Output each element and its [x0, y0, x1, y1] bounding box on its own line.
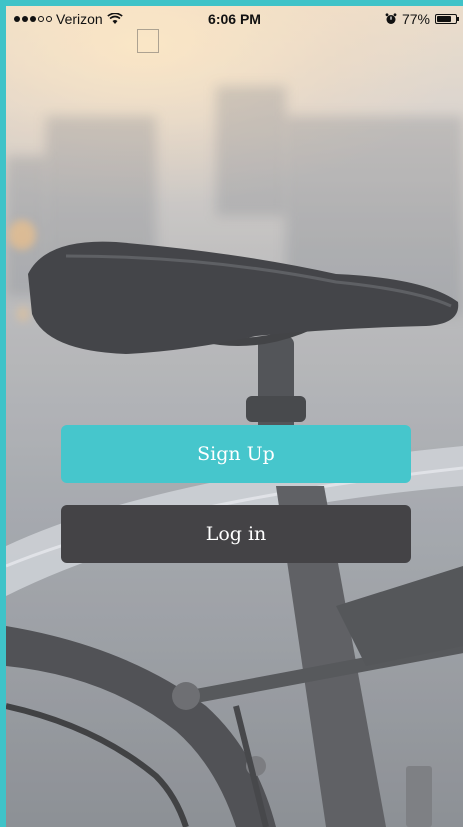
- sign-up-button[interactable]: Sign Up: [61, 425, 411, 483]
- log-in-button[interactable]: Log in: [61, 505, 411, 563]
- welcome-screen: Verizon 6:06 PM 77% Sign Up Log in: [6, 6, 463, 827]
- status-right: 77%: [385, 11, 459, 27]
- image-placeholder: [137, 29, 159, 53]
- battery-percent: 77%: [401, 11, 430, 27]
- device-frame: Verizon 6:06 PM 77% Sign Up Log in: [0, 0, 463, 827]
- battery-fill: [437, 16, 451, 22]
- battery-icon: [435, 14, 459, 24]
- alarm-icon: [385, 13, 397, 24]
- status-bar: Verizon 6:06 PM 77%: [6, 6, 463, 34]
- photo-overlay: [6, 6, 463, 827]
- battery-tip: [457, 17, 459, 21]
